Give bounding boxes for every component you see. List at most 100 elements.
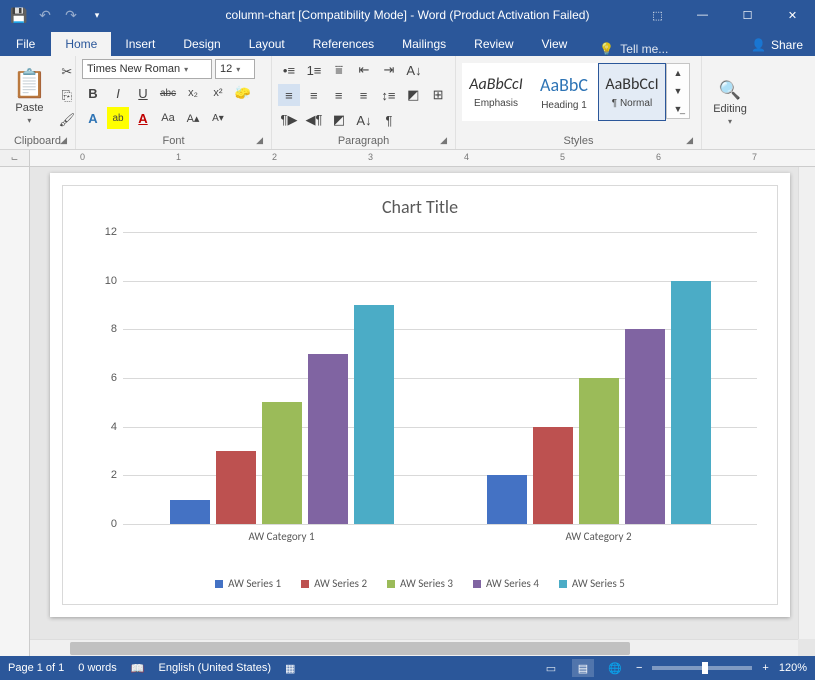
text-effects-button[interactable]: A: [82, 107, 104, 129]
tab-insert[interactable]: Insert: [111, 32, 169, 56]
format-painter-button[interactable]: 🖌: [56, 109, 78, 131]
tell-me-search[interactable]: 💡 Tell me...: [589, 42, 678, 56]
x-category-label: AW Category 2: [440, 530, 757, 543]
justify-button[interactable]: ≡: [353, 84, 375, 106]
shading-button-2[interactable]: ◩: [328, 109, 350, 131]
read-mode-button[interactable]: ▭: [540, 659, 562, 677]
document-area[interactable]: Chart Title 024681012AW Category 1AW Cat…: [30, 167, 815, 656]
style-heading1[interactable]: AaBbC Heading 1: [530, 63, 598, 121]
show-marks-button[interactable]: ¶: [378, 109, 400, 131]
share-button[interactable]: 👤 Share: [739, 34, 815, 56]
editing-button[interactable]: 🔍 Editing ▾: [708, 59, 752, 147]
macro-recording-icon[interactable]: ▦: [285, 662, 295, 675]
zoom-level[interactable]: 120%: [779, 662, 807, 674]
style-name: ¶ Normal: [612, 98, 652, 109]
save-icon[interactable]: 💾: [8, 4, 30, 26]
proofing-icon[interactable]: 📖: [131, 662, 145, 675]
tab-references[interactable]: References: [299, 32, 388, 56]
chart-bar: [216, 451, 256, 524]
tab-layout[interactable]: Layout: [235, 32, 299, 56]
ribbon-display-options-icon[interactable]: ⬚: [635, 0, 680, 30]
customize-qat-icon[interactable]: ▾: [86, 4, 108, 26]
align-left-button[interactable]: ≡: [278, 84, 300, 106]
shading-button[interactable]: ◩: [402, 84, 424, 106]
tab-mailings[interactable]: Mailings: [388, 32, 460, 56]
clipboard-dialog-launcher[interactable]: ◢: [60, 135, 67, 146]
numbering-button[interactable]: 1≡: [303, 59, 325, 81]
zoom-slider[interactable]: [652, 666, 752, 670]
underline-button[interactable]: U: [132, 82, 154, 104]
clear-formatting-button[interactable]: 🧽: [232, 82, 254, 104]
legend-swatch: [473, 580, 481, 588]
superscript-button[interactable]: x²: [207, 82, 229, 104]
line-spacing-button[interactable]: ↕≡: [377, 84, 399, 106]
chart-object[interactable]: Chart Title 024681012AW Category 1AW Cat…: [62, 185, 778, 605]
hscroll-thumb[interactable]: [70, 642, 630, 655]
bold-button[interactable]: B: [82, 82, 104, 104]
multilevel-list-button[interactable]: ⩸: [328, 59, 350, 81]
vertical-ruler[interactable]: [0, 167, 30, 656]
legend-item: AW Series 4: [473, 577, 539, 590]
redo-icon[interactable]: ↷: [60, 4, 82, 26]
tab-view[interactable]: View: [528, 32, 582, 56]
paragraph-dialog-launcher[interactable]: ◢: [440, 135, 447, 146]
ltr-button[interactable]: ¶▶: [278, 109, 300, 131]
align-right-button[interactable]: ≡: [328, 84, 350, 106]
highlight-button[interactable]: ab: [107, 107, 129, 129]
tab-home[interactable]: Home: [51, 32, 111, 56]
subscript-button[interactable]: x₂: [182, 82, 204, 104]
y-tick-label: 6: [93, 372, 117, 384]
style-emphasis[interactable]: AaBbCcI Emphasis: [462, 63, 530, 121]
page-number[interactable]: Page 1 of 1: [8, 662, 64, 674]
print-layout-button[interactable]: ▤: [572, 659, 594, 677]
bullets-button[interactable]: •≡: [278, 59, 300, 81]
styles-dialog-launcher[interactable]: ◢: [686, 135, 693, 146]
styles-expand[interactable]: ▼̲: [667, 100, 689, 118]
decrease-indent-button[interactable]: ⇤: [353, 59, 375, 81]
styles-scroll-down[interactable]: ▼: [667, 82, 689, 100]
borders-button[interactable]: ⊞: [427, 84, 449, 106]
group-editing: 🔍 Editing ▾: [702, 56, 758, 149]
tab-file[interactable]: File: [0, 32, 51, 56]
legend-item: AW Series 3: [387, 577, 453, 590]
italic-button[interactable]: I: [107, 82, 129, 104]
styles-scroll-up[interactable]: ▲: [667, 64, 689, 82]
font-color-button[interactable]: A: [132, 107, 154, 129]
grow-font-button[interactable]: A▴: [182, 107, 204, 129]
horizontal-scrollbar[interactable]: [30, 639, 798, 656]
zoom-slider-thumb[interactable]: [702, 662, 708, 674]
chart-bar: [579, 378, 619, 524]
undo-icon[interactable]: ↶: [34, 4, 56, 26]
word-count[interactable]: 0 words: [78, 662, 117, 674]
maximize-button[interactable]: ☐: [725, 0, 770, 30]
font-dialog-launcher[interactable]: ◢: [256, 135, 263, 146]
x-category-label: AW Category 1: [123, 530, 440, 543]
strikethrough-button[interactable]: abc: [157, 82, 179, 104]
zoom-in-button[interactable]: +: [762, 662, 768, 674]
zoom-out-button[interactable]: −: [636, 662, 642, 674]
group-styles: AaBbCcI Emphasis AaBbC Heading 1 AaBbCcI…: [456, 56, 702, 149]
shrink-font-button[interactable]: A▾: [207, 107, 229, 129]
legend-swatch: [215, 580, 223, 588]
tab-review[interactable]: Review: [460, 32, 527, 56]
horizontal-ruler[interactable]: 01234567: [30, 150, 815, 167]
vertical-scrollbar[interactable]: [798, 167, 815, 639]
change-case-button[interactable]: Aa: [157, 107, 179, 129]
style-normal[interactable]: AaBbCcI ¶ Normal: [598, 63, 666, 121]
sort-button-2[interactable]: A↓: [353, 109, 375, 131]
font-name-combo[interactable]: Times New Roman▾: [82, 59, 212, 79]
font-size-combo[interactable]: 12▾: [215, 59, 255, 79]
minimize-button[interactable]: —: [680, 0, 725, 30]
web-layout-button[interactable]: 🌐: [604, 659, 626, 677]
copy-button[interactable]: ⎘: [56, 85, 78, 107]
increase-indent-button[interactable]: ⇥: [378, 59, 400, 81]
cut-button[interactable]: ✂: [56, 61, 78, 83]
close-button[interactable]: ✕: [770, 0, 815, 30]
rtl-button[interactable]: ◀¶: [303, 109, 325, 131]
align-center-button[interactable]: ≡: [303, 84, 325, 106]
language[interactable]: English (United States): [159, 662, 272, 674]
sort-button[interactable]: A↓: [403, 59, 425, 81]
paste-button[interactable]: 📋 Paste ▾: [6, 65, 53, 127]
tab-design[interactable]: Design: [169, 32, 234, 56]
y-tick-label: 2: [93, 469, 117, 481]
